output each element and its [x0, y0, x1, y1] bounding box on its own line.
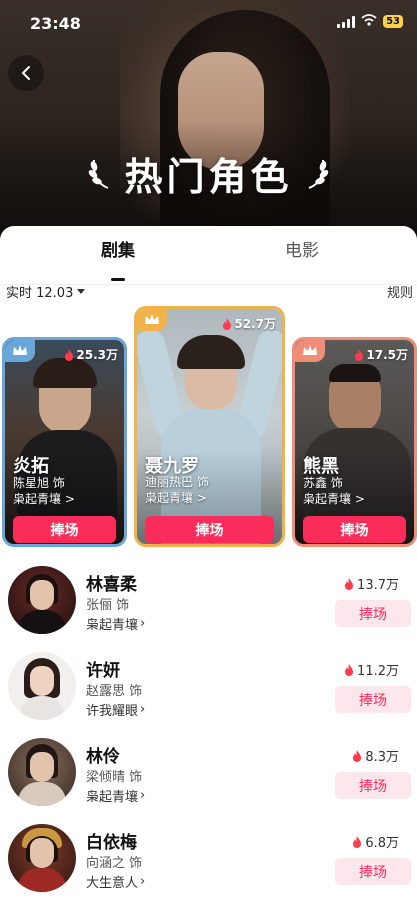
row-actor: 张俪 饰: [86, 598, 130, 613]
list-item[interactable]: 林喜柔 张俪 饰 枭起青壤 › 13.7万 捧场: [0, 566, 417, 652]
row-drama-name: 枭起青壤: [86, 618, 139, 633]
status-icons: 53: [337, 14, 403, 29]
crown-icon: [12, 342, 28, 361]
row-heat: 11.2万: [344, 660, 399, 679]
tab-bar: 剧集 电影: [0, 236, 417, 285]
battery-indicator: 53: [383, 15, 403, 28]
time-filter-label: 实时 12.03: [6, 286, 74, 301]
list-item[interactable]: 许妍 赵露思 饰 许我耀眼 › 11.2万 捧场: [0, 652, 417, 738]
support-button[interactable]: 捧场: [335, 686, 411, 713]
avatar: [8, 652, 76, 720]
row-drama-link[interactable]: 许我耀眼 ›: [86, 700, 145, 719]
row-heat-text: 6.8万: [365, 836, 399, 851]
card-photo: [137, 309, 282, 544]
heat-value: 17.5万: [354, 346, 408, 363]
avatar: [8, 824, 76, 892]
chevron-right-icon: ›: [140, 874, 146, 889]
time-filter-dropdown[interactable]: 实时 12.03: [6, 282, 86, 301]
avatar: [8, 566, 76, 634]
row-actor: 梁倾晴 饰: [86, 770, 143, 785]
chevron-left-icon: [22, 66, 30, 80]
laurel-right-icon: [303, 154, 331, 194]
row-heat-text: 8.3万: [365, 750, 399, 765]
card-actor: 苏鑫 饰: [303, 476, 343, 490]
rules-link[interactable]: 规则: [387, 282, 413, 301]
crown-icon: [144, 311, 160, 330]
avatar-face: [30, 666, 54, 696]
flame-icon: [355, 348, 364, 361]
card-actor: 迪丽热巴 饰: [145, 475, 209, 489]
row-heat: 13.7万: [344, 574, 399, 593]
chevron-right-icon: ›: [140, 616, 146, 631]
row-drama-name: 许我耀眼: [86, 704, 139, 719]
card-photo: [5, 340, 124, 544]
card-drama-link[interactable]: 枭起青壤 >: [13, 490, 75, 507]
wifi-icon: [361, 14, 377, 29]
crown-icon: [302, 342, 318, 361]
tab-series[interactable]: 剧集: [68, 236, 168, 261]
heat-value: 25.3万: [64, 346, 118, 363]
tab-indicator: [111, 278, 125, 281]
list-item[interactable]: 白依梅 向涵之 饰 大生意人 › 6.8万 捧场: [0, 824, 417, 903]
hero-title: 热门角色: [124, 155, 293, 199]
card-drama-link[interactable]: 枭起青壤 >: [303, 490, 365, 507]
rank-card-2[interactable]: 25.3万 炎拓 陈星旭 饰 枭起青壤 > 捧场: [2, 337, 127, 547]
hero-banner: 23:48 53 热门角色: [0, 0, 417, 240]
heat-text: 52.7万: [234, 317, 276, 331]
avatar-face: [30, 752, 54, 782]
list-item[interactable]: 林伶 梁倾晴 饰 枭起青壤 › 8.3万 捧场: [0, 738, 417, 824]
row-role-name: 林喜柔: [86, 575, 137, 595]
row-heat-text: 13.7万: [357, 578, 399, 593]
row-actor: 向涵之 饰: [86, 856, 143, 871]
support-button[interactable]: 捧场: [13, 516, 116, 543]
row-heat: 8.3万: [352, 746, 399, 765]
flame-icon: [353, 749, 362, 762]
flame-icon: [223, 317, 232, 330]
row-role-name: 白依梅: [86, 833, 137, 853]
flame-icon: [65, 348, 74, 361]
rank-badge: [5, 340, 35, 362]
rank-card-1[interactable]: 52.7万 聂九罗 迪丽热巴 饰 枭起青壤 > 捧场: [134, 306, 285, 547]
row-drama-link[interactable]: 大生意人 ›: [86, 872, 145, 891]
back-button[interactable]: [8, 55, 44, 91]
flame-icon: [345, 663, 354, 676]
card-actor: 陈星旭 饰: [13, 476, 65, 490]
avatar-face: [30, 838, 54, 868]
rank-card-3[interactable]: 17.5万 熊黑 苏鑫 饰 枭起青壤 > 捧场: [292, 337, 417, 547]
status-time: 23:48: [30, 14, 81, 33]
avatar: [8, 738, 76, 806]
row-role-name: 许妍: [86, 661, 120, 681]
row-role-name: 林伶: [86, 747, 120, 767]
row-heat: 6.8万: [352, 832, 399, 851]
row-heat-text: 11.2万: [357, 664, 399, 679]
support-button[interactable]: 捧场: [335, 858, 411, 885]
avatar-face: [30, 580, 54, 610]
rank-badge: [295, 340, 325, 362]
hero-title-group: 热门角色: [0, 146, 417, 201]
row-actor: 赵露思 饰: [86, 684, 143, 699]
caret-down-icon: [77, 289, 86, 294]
support-button[interactable]: 捧场: [145, 516, 274, 543]
support-button[interactable]: 捧场: [303, 516, 406, 543]
flame-icon: [353, 835, 362, 848]
heat-value: 52.7万: [222, 315, 276, 332]
heat-text: 17.5万: [366, 348, 408, 362]
card-photo: [295, 340, 414, 544]
row-drama-link[interactable]: 枭起青壤 ›: [86, 614, 145, 633]
laurel-left-icon: [86, 154, 114, 194]
card-drama-link[interactable]: 枭起青壤 >: [145, 489, 207, 506]
signal-icon: [337, 15, 356, 28]
row-drama-link[interactable]: 枭起青壤 ›: [86, 786, 145, 805]
row-drama-name: 枭起青壤: [86, 790, 139, 805]
support-button[interactable]: 捧场: [335, 772, 411, 799]
rank-badge: [137, 309, 167, 331]
row-drama-name: 大生意人: [86, 876, 139, 891]
tab-movies[interactable]: 电影: [252, 236, 352, 261]
heat-text: 25.3万: [76, 348, 118, 362]
chevron-right-icon: ›: [140, 788, 146, 803]
flame-icon: [345, 577, 354, 590]
support-button[interactable]: 捧场: [335, 600, 411, 627]
chevron-right-icon: ›: [140, 702, 146, 717]
